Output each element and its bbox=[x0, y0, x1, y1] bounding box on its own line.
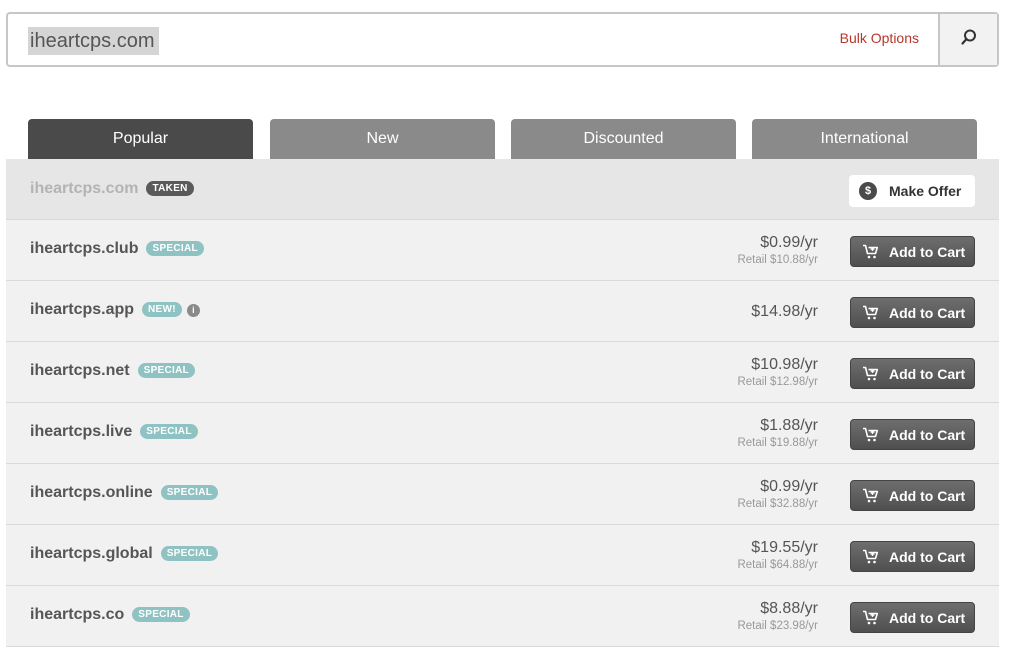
add-to-cart-label: Add to Cart bbox=[889, 304, 966, 321]
cart-icon bbox=[862, 427, 879, 442]
tab-new[interactable]: New bbox=[270, 119, 495, 159]
list-item: iheartcps.com TAKEN $ Make Offer bbox=[6, 159, 999, 220]
list-item: iheartcps.online SPECIAL $0.99/yr Retail … bbox=[6, 464, 999, 525]
retail-price: Retail $23.98/yr bbox=[737, 620, 818, 632]
tab-discounted[interactable]: Discounted bbox=[511, 119, 736, 159]
price: $1.88/yr bbox=[760, 417, 818, 434]
list-item: iheartcps.co SPECIAL $8.88/yr Retail $23.… bbox=[6, 586, 999, 647]
cart-icon bbox=[862, 549, 879, 564]
domain-name: iheartcps.online bbox=[30, 484, 153, 501]
add-to-cart-button[interactable]: Add to Cart bbox=[850, 602, 975, 633]
add-to-cart-label: Add to Cart bbox=[889, 243, 966, 260]
status-badge: SPECIAL bbox=[160, 546, 219, 561]
list-item: iheartcps.global SPECIAL $19.55/yr Retail… bbox=[6, 525, 999, 586]
list-item: iheartcps.live SPECIAL $1.88/yr Retail $1… bbox=[6, 403, 999, 464]
add-to-cart-button[interactable]: Add to Cart bbox=[850, 236, 975, 267]
price: $14.98/yr bbox=[751, 303, 818, 320]
price-block: $0.99/yr Retail $10.88/yr bbox=[737, 234, 818, 266]
price: $8.88/yr bbox=[760, 600, 818, 617]
cart-icon bbox=[862, 305, 879, 320]
status-badge: SPECIAL bbox=[160, 485, 219, 500]
status-badge: SPECIAL bbox=[137, 363, 196, 378]
status-badge: SPECIAL bbox=[146, 241, 204, 256]
add-to-cart-button[interactable]: Add to Cart bbox=[850, 419, 975, 450]
status-badge: SPECIAL bbox=[140, 424, 198, 439]
list-item: iheartcps.net SPECIAL $10.98/yr Retail $1… bbox=[6, 342, 999, 403]
price-block: $19.55/yr Retail $64.88/yr bbox=[737, 539, 818, 571]
bulk-options-link[interactable]: Bulk Options bbox=[840, 30, 919, 46]
add-to-cart-label: Add to Cart bbox=[889, 609, 966, 626]
domain-results-list: iheartcps.com TAKEN $ Make Offer iheartcp… bbox=[6, 159, 999, 647]
retail-price: Retail $19.88/yr bbox=[737, 437, 818, 449]
status-badge: SPECIAL bbox=[132, 607, 190, 622]
domain-name: iheartcps.com bbox=[30, 180, 139, 197]
price-block: $1.88/yr Retail $19.88/yr bbox=[737, 417, 818, 449]
cart-icon bbox=[862, 366, 879, 381]
search-input[interactable]: iheartcps.com bbox=[28, 27, 159, 55]
price-block: $14.98/yr bbox=[751, 303, 818, 321]
cart-icon bbox=[862, 488, 879, 503]
price-block: $10.98/yr Retail $12.98/yr bbox=[737, 356, 818, 388]
add-to-cart-button[interactable]: Add to Cart bbox=[850, 297, 975, 328]
domain-name: iheartcps.net bbox=[30, 362, 130, 379]
search-button[interactable] bbox=[938, 14, 997, 65]
cart-icon bbox=[862, 244, 879, 259]
domain-name: iheartcps.live bbox=[30, 423, 133, 440]
domain-name: iheartcps.club bbox=[30, 240, 139, 257]
add-to-cart-button[interactable]: Add to Cart bbox=[850, 480, 975, 511]
cart-icon bbox=[862, 610, 879, 625]
price: $10.98/yr bbox=[751, 356, 818, 373]
domain-name: iheartcps.global bbox=[30, 545, 153, 562]
price-block: $0.99/yr Retail $32.88/yr bbox=[737, 478, 818, 510]
add-to-cart-label: Add to Cart bbox=[889, 487, 966, 504]
price-block: $8.88/yr Retail $23.98/yr bbox=[737, 600, 818, 632]
status-badge: NEW! bbox=[142, 302, 182, 317]
add-to-cart-button[interactable]: Add to Cart bbox=[850, 541, 975, 572]
tab-popular[interactable]: Popular bbox=[28, 119, 253, 159]
search-bar: iheartcps.com Bulk Options bbox=[6, 12, 999, 67]
add-to-cart-label: Add to Cart bbox=[889, 365, 966, 382]
list-item: iheartcps.club SPECIAL $0.99/yr Retail $1… bbox=[6, 220, 999, 281]
retail-price: Retail $32.88/yr bbox=[737, 498, 818, 510]
domain-name: iheartcps.app bbox=[30, 301, 135, 318]
price: $0.99/yr bbox=[760, 234, 818, 251]
list-item: iheartcps.app NEW! i $14.98/yr Add to Cart bbox=[6, 281, 999, 342]
make-offer-button[interactable]: $ Make Offer bbox=[849, 175, 975, 207]
retail-price: Retail $64.88/yr bbox=[737, 559, 818, 571]
tab-international[interactable]: International bbox=[752, 119, 977, 159]
add-to-cart-label: Add to Cart bbox=[889, 426, 966, 443]
status-badge: TAKEN bbox=[146, 181, 194, 196]
price: $19.55/yr bbox=[751, 539, 818, 556]
dollar-icon: $ bbox=[859, 182, 877, 200]
make-offer-label: Make Offer bbox=[889, 183, 962, 199]
price: $0.99/yr bbox=[760, 478, 818, 495]
retail-price: Retail $10.88/yr bbox=[737, 254, 818, 266]
search-icon bbox=[960, 28, 978, 51]
add-to-cart-label: Add to Cart bbox=[889, 548, 966, 565]
add-to-cart-button[interactable]: Add to Cart bbox=[850, 358, 975, 389]
info-icon[interactable]: i bbox=[186, 304, 200, 317]
domain-name: iheartcps.co bbox=[30, 606, 125, 623]
retail-price: Retail $12.98/yr bbox=[737, 376, 818, 388]
